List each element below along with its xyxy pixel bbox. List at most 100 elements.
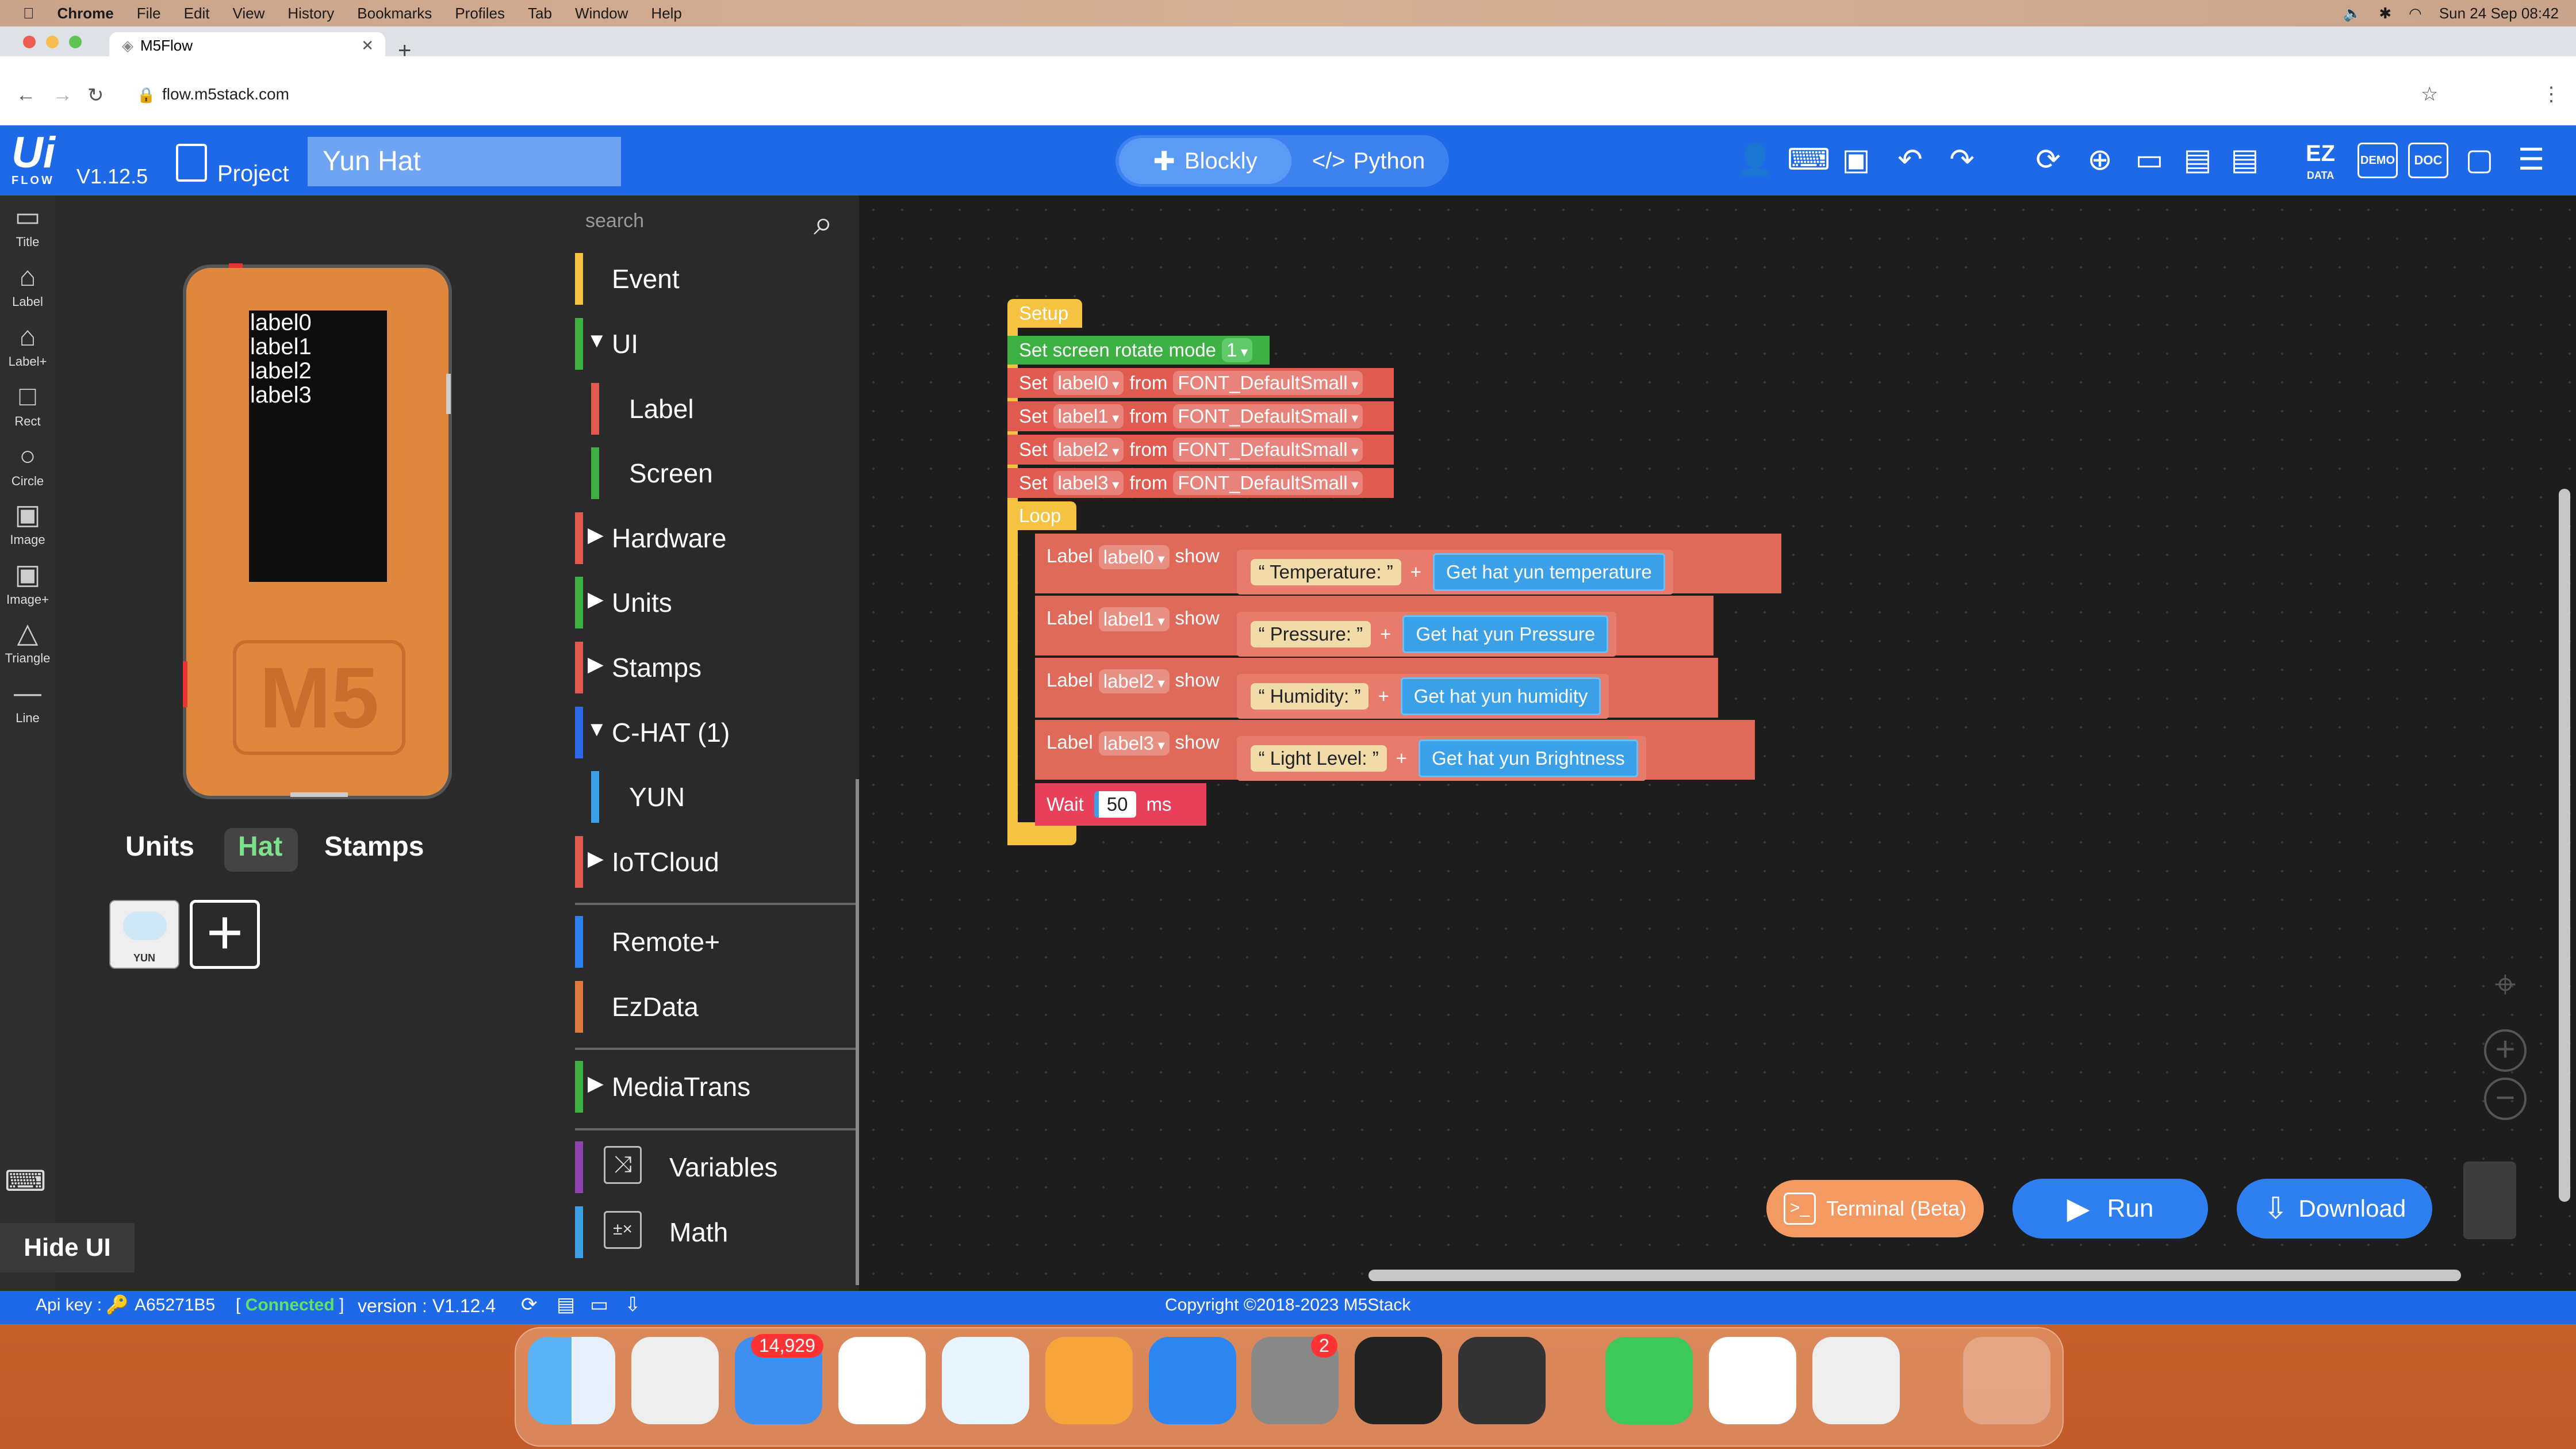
back-icon[interactable]: ← — [16, 84, 36, 106]
user-icon[interactable]: 👤 — [1736, 141, 1774, 178]
download-button[interactable]: ⇩ Download — [2237, 1179, 2432, 1239]
tool-rect[interactable]: □ Rect — [0, 379, 55, 429]
menubar-datetime[interactable]: Sun 24 Sep 08:42 — [2439, 5, 2559, 22]
trash-icon[interactable] — [2463, 1162, 2516, 1239]
browser-menu-icon[interactable]: ⋮ — [2542, 83, 2561, 106]
forward-icon[interactable]: → — [53, 84, 72, 106]
category-event[interactable]: Event — [575, 253, 859, 305]
bluetooth-icon[interactable]: ✱ — [2379, 5, 2391, 22]
add-hat-button[interactable]: + — [190, 900, 260, 969]
set-font-block[interactable]: Setlabel0fromFONT_DefaultSmall — [1007, 368, 1394, 398]
apple-icon[interactable]:  — [23, 5, 34, 22]
set-font-block[interactable]: Setlabel2fromFONT_DefaultSmall — [1007, 435, 1394, 465]
set-font-block[interactable]: Setlabel1fromFONT_DefaultSmall — [1007, 401, 1394, 431]
save-as-icon[interactable]: ▤ — [2226, 141, 2263, 178]
menu-edit[interactable]: Edit — [184, 5, 210, 22]
category-iotcloud[interactable]: ▶ IoTCloud — [575, 836, 859, 888]
palette-search-input[interactable]: search — [585, 210, 644, 232]
recenter-icon[interactable]: ⌖ — [2484, 965, 2527, 1009]
category-yun[interactable]: YUN — [575, 771, 859, 823]
label-show-block[interactable]: Labellabel1show “ Pressure: ”+Get hat yu… — [1035, 596, 1713, 657]
category-ui[interactable]: ▼ UI — [575, 318, 859, 370]
facetime-icon[interactable] — [1605, 1337, 1693, 1424]
screen-label3[interactable]: label3 — [250, 383, 312, 407]
undo-icon[interactable]: ↶ — [1892, 141, 1929, 178]
photos-icon[interactable] — [838, 1337, 926, 1424]
run-button[interactable]: ▶ Run — [2012, 1179, 2208, 1239]
doc-button[interactable]: DOC — [2408, 143, 2448, 178]
davinci-resolve-icon[interactable] — [1458, 1337, 1546, 1424]
tool-circle[interactable]: ○ Circle — [0, 439, 55, 489]
tool-title[interactable]: ▭ Title — [0, 200, 55, 250]
setup-block[interactable]: Setup — [1007, 299, 1082, 328]
keyboard-toggle-icon[interactable]: ⌨ — [5, 1164, 46, 1198]
project-label[interactable]: Project — [217, 161, 289, 187]
folder-device-icon[interactable]: ▭ — [590, 1293, 608, 1316]
refresh-version-icon[interactable]: ⟳ — [521, 1293, 538, 1316]
keyboard-icon[interactable]: ⌨ — [1787, 141, 1830, 178]
screen-label1[interactable]: label1 — [250, 335, 312, 359]
save-icon[interactable]: ▤ — [2179, 141, 2216, 178]
menu-tab[interactable]: Tab — [528, 5, 552, 22]
ezdata-button[interactable]: EZ DATA — [2306, 142, 2335, 186]
tool-triangle[interactable]: △ Triangle — [0, 616, 55, 666]
launchpad-icon[interactable] — [631, 1337, 719, 1424]
tool-label-plus[interactable]: ⌂ Label+ — [0, 320, 55, 369]
category-remote-plus[interactable]: Remote+ — [575, 916, 859, 968]
tab-close-icon[interactable]: ✕ — [361, 37, 374, 55]
bookmark-star-icon[interactable]: ☆ — [2421, 83, 2438, 106]
zoom-out-button[interactable]: − — [2484, 1078, 2527, 1120]
device-icon[interactable]: ▣ — [1838, 141, 1874, 178]
tab-hat[interactable]: Hat — [238, 831, 282, 862]
demo-button[interactable]: DEMO — [2358, 143, 2398, 178]
reload-icon[interactable]: ↻ — [87, 84, 104, 107]
new-file-icon[interactable]: ⊕ — [2082, 141, 2118, 178]
window-close-button[interactable] — [23, 36, 36, 48]
terminal-button[interactable]: >_ Terminal (Beta) — [1766, 1180, 1984, 1237]
open-folder-icon[interactable]: ▭ — [2131, 141, 2168, 178]
screen-label2[interactable]: label2 — [250, 359, 312, 383]
blockly-mode-button[interactable]: ✚ Blockly — [1119, 138, 1291, 184]
sketch-app-icon[interactable] — [1812, 1337, 1900, 1424]
zoom-in-button[interactable]: + — [2484, 1029, 2527, 1072]
category-mediatrans[interactable]: ▶ MediaTrans — [575, 1061, 859, 1113]
finder-icon[interactable] — [528, 1337, 615, 1424]
menu-profiles[interactable]: Profiles — [455, 5, 505, 22]
yun-hat-item[interactable]: YUN — [109, 900, 179, 969]
hamburger-menu-icon[interactable]: ☰ — [2513, 141, 2550, 178]
tool-image[interactable]: ▣ Image — [0, 498, 55, 547]
category-screen[interactable]: Screen — [575, 447, 859, 499]
hide-ui-button[interactable]: Hide UI — [0, 1223, 135, 1272]
chrome-icon[interactable] — [1709, 1337, 1796, 1424]
refresh-icon[interactable]: ⟳ — [2030, 141, 2067, 178]
category-units[interactable]: ▶ Units — [575, 577, 859, 628]
category-math[interactable]: ±× Math — [575, 1206, 859, 1258]
window-zoom-button[interactable] — [69, 36, 82, 48]
workspace-vertical-scrollbar[interactable] — [2559, 489, 2570, 1202]
tool-image-plus[interactable]: ▣ Image+ — [0, 558, 55, 607]
tab-units[interactable]: Units — [125, 831, 194, 862]
menu-file[interactable]: File — [137, 5, 161, 22]
category-ezdata[interactable]: EzData — [575, 981, 859, 1033]
browser-tab[interactable]: ◈ M5Flow ✕ — [109, 32, 385, 59]
label-show-block[interactable]: Labellabel3show “ Light Level: ”+Get hat… — [1035, 720, 1755, 781]
workspace-horizontal-scrollbar[interactable] — [1368, 1270, 2461, 1281]
category-label[interactable]: Label — [575, 383, 859, 435]
save-device-icon[interactable]: ▤ — [557, 1293, 575, 1316]
safari-icon[interactable] — [942, 1337, 1029, 1424]
screen-label0[interactable]: label0 — [250, 310, 312, 335]
tab-stamps[interactable]: Stamps — [324, 831, 424, 862]
redo-icon[interactable]: ↷ — [1943, 141, 1980, 178]
download-device-icon[interactable]: ⇩ — [624, 1293, 641, 1316]
menu-view[interactable]: View — [232, 5, 264, 22]
category-stamps[interactable]: ▶ Stamps — [575, 642, 859, 693]
window-minimize-button[interactable] — [46, 36, 59, 48]
menu-app-name[interactable]: Chrome — [57, 5, 114, 22]
pages-icon[interactable] — [1045, 1337, 1133, 1424]
wifi-icon[interactable]: ◠ — [2409, 5, 2422, 22]
menu-window[interactable]: Window — [575, 5, 628, 22]
label-show-block[interactable]: Labellabel0show “ Temperature: ”+Get hat… — [1035, 534, 1781, 595]
trash-dock-icon[interactable] — [1963, 1337, 2050, 1424]
label-show-block[interactable]: Labellabel2show “ Humidity: ”+Get hat yu… — [1035, 658, 1718, 719]
rotate-mode-block[interactable]: Set screen rotate mode 1 — [1007, 336, 1270, 365]
